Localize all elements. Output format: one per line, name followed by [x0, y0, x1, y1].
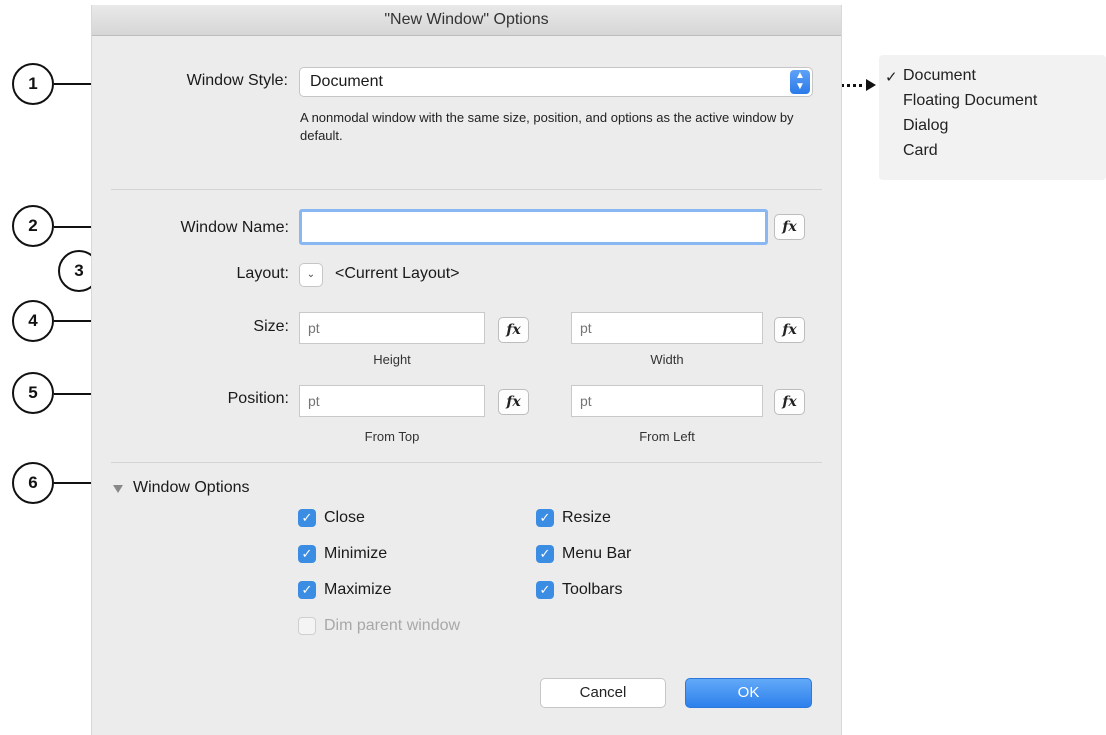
maximize-checkbox[interactable]: ✓ — [298, 581, 316, 599]
callout-4: 4 — [12, 300, 54, 342]
separator-2 — [111, 462, 822, 463]
close-checkbox-label: Close — [324, 509, 365, 526]
position-top-input[interactable] — [299, 385, 485, 417]
position-left-input[interactable] — [571, 385, 763, 417]
position-top-fx-button[interactable]: fx — [498, 389, 529, 415]
dotted-connector-arrowhead — [866, 79, 876, 91]
size-height-input[interactable] — [299, 312, 485, 344]
position-left-caption: From Left — [639, 429, 695, 444]
window-style-label: Window Style: — [186, 72, 288, 89]
callout-6: 6 — [12, 462, 54, 504]
up-down-chevron-icon: ▲ ▼ — [790, 70, 810, 94]
dim-parent-window-checkbox-label: Dim parent window — [324, 617, 461, 634]
resize-checkbox-label: Resize — [562, 509, 611, 526]
menu-item-document[interactable]: Document — [903, 67, 976, 85]
size-height-fx-button[interactable]: fx — [498, 317, 529, 343]
disclosure-triangle-icon[interactable] — [113, 485, 123, 493]
window-name-label: Window Name: — [180, 219, 289, 236]
selected-check-icon: ✓ — [885, 69, 898, 86]
window-style-value: Document — [310, 73, 383, 90]
window-name-fx-button[interactable]: fx — [774, 214, 805, 240]
menu-item-dialog[interactable]: Dialog — [903, 117, 948, 135]
menu-item-card[interactable]: Card — [903, 142, 938, 160]
window-style-menu: ✓ Document Floating Document Dialog Card — [879, 55, 1106, 180]
menu-bar-checkbox-label: Menu Bar — [562, 545, 632, 562]
window-name-input[interactable] — [299, 209, 768, 245]
layout-dropdown-button[interactable]: ⌄ — [299, 263, 323, 287]
callout-1: 1 — [12, 63, 54, 105]
callout-5: 5 — [12, 372, 54, 414]
callout-6-arrow — [54, 482, 94, 484]
dim-parent-window-checkbox[interactable] — [298, 617, 316, 635]
window-style-select[interactable]: Document ▲ ▼ — [299, 67, 813, 97]
new-window-options-dialog: "New Window" Options Window Style: Docum… — [91, 5, 842, 735]
minimize-checkbox-label: Minimize — [324, 545, 388, 562]
dialog-title: "New Window" Options — [92, 5, 841, 36]
layout-label: Layout: — [236, 265, 289, 282]
menu-item-floating-document[interactable]: Floating Document — [903, 92, 1037, 110]
cancel-button[interactable]: Cancel — [540, 678, 666, 708]
maximize-checkbox-label: Maximize — [324, 581, 392, 598]
callout-2: 2 — [12, 205, 54, 247]
resize-checkbox[interactable]: ✓ — [536, 509, 554, 527]
size-width-input[interactable] — [571, 312, 763, 344]
menu-bar-checkbox[interactable]: ✓ — [536, 545, 554, 563]
position-left-fx-button[interactable]: fx — [774, 389, 805, 415]
size-width-fx-button[interactable]: fx — [774, 317, 805, 343]
separator-1 — [111, 189, 822, 190]
window-options-label[interactable]: Window Options — [133, 479, 250, 497]
position-top-caption: From Top — [364, 429, 420, 444]
close-checkbox[interactable]: ✓ — [298, 509, 316, 527]
minimize-checkbox[interactable]: ✓ — [298, 545, 316, 563]
toolbars-checkbox[interactable]: ✓ — [536, 581, 554, 599]
window-style-description: A nonmodal window with the same size, po… — [300, 110, 794, 143]
size-label: Size: — [253, 318, 289, 335]
ok-button[interactable]: OK — [685, 678, 812, 708]
position-label: Position: — [227, 390, 289, 407]
size-height-caption: Height — [373, 352, 411, 367]
toolbars-checkbox-label: Toolbars — [562, 581, 623, 598]
chevron-down-icon: ⌄ — [306, 269, 316, 280]
layout-value: <Current Layout> — [335, 265, 460, 282]
size-width-caption: Width — [650, 352, 684, 367]
